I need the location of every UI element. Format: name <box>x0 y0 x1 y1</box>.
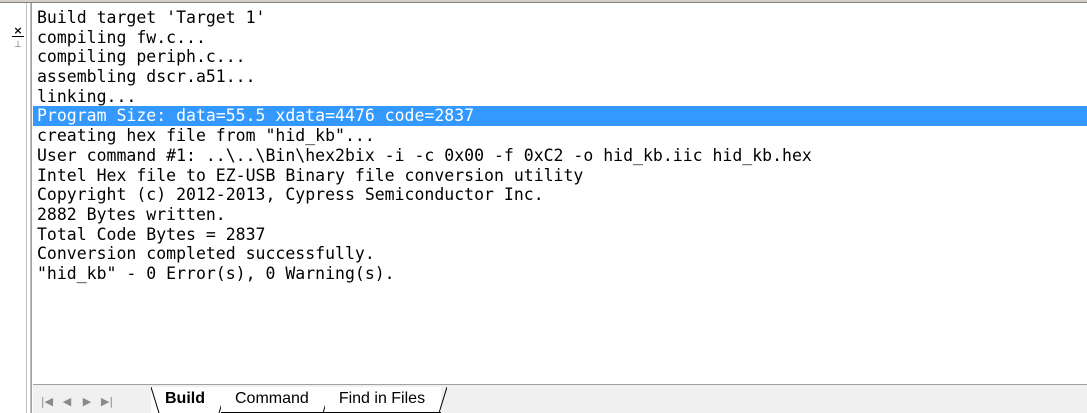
last-page-icon[interactable]: ▶| <box>97 391 117 413</box>
output-line[interactable]: Conversion completed successfully. <box>33 244 1087 264</box>
tab-build-label: Build <box>165 390 205 407</box>
output-line[interactable]: Copyright (c) 2012-2013, Cypress Semicon… <box>33 185 1087 205</box>
tab-command-label: Command <box>235 390 309 407</box>
output-line[interactable]: 2882 Bytes written. <box>33 205 1087 225</box>
pin-icon[interactable]: ⊥ <box>12 39 24 51</box>
output-line[interactable]: compiling fw.c... <box>33 28 1087 48</box>
output-line[interactable]: User command #1: ..\..\Bin\hex2bix -i -c… <box>33 146 1087 166</box>
window-top-border <box>0 0 1087 3</box>
tab-build[interactable]: Build <box>151 387 227 413</box>
output-line[interactable]: Build target 'Target 1' <box>33 8 1087 28</box>
next-page-icon[interactable]: ▶ <box>77 391 97 413</box>
tab-left-edge <box>151 387 160 413</box>
output-tab-bar: |◀ ◀ ▶ ▶| Build Command Find in Files <box>33 384 1087 413</box>
previous-page-icon[interactable]: ◀ <box>57 391 77 413</box>
first-page-icon[interactable]: |◀ <box>37 391 57 413</box>
output-line[interactable]: Total Code Bytes = 2837 <box>33 225 1087 245</box>
tab-right-edge <box>438 387 448 413</box>
tab-command[interactable]: Command <box>221 387 331 413</box>
output-line[interactable]: linking... <box>33 87 1087 107</box>
docking-rail[interactable] <box>26 3 31 413</box>
build-output-window: × ⊥ Build target 'Target 1' compiling fw.… <box>0 0 1087 413</box>
tab-find-in-files[interactable]: Find in Files <box>324 387 448 413</box>
output-window-handle[interactable]: × ⊥ <box>0 3 32 413</box>
output-line[interactable]: "hid_kb" - 0 Error(s), 0 Warning(s). <box>33 264 1087 284</box>
build-output-text[interactable]: Build target 'Target 1' compiling fw.c...… <box>33 8 1087 378</box>
output-line-selected[interactable]: Program Size: data=55.5 xdata=4476 code=… <box>33 106 1087 127</box>
output-line[interactable]: assembling dscr.a51... <box>33 67 1087 87</box>
output-line[interactable]: compiling periph.c... <box>33 47 1087 67</box>
tab-find-in-files-label: Find in Files <box>338 390 426 407</box>
output-tabs: Build Command Find in Files <box>151 385 448 413</box>
output-line[interactable]: Intel Hex file to EZ-USB Binary file con… <box>33 166 1087 186</box>
tab-scroll-buttons: |◀ ◀ ▶ ▶| <box>37 391 117 413</box>
output-line[interactable]: creating hex file from "hid_kb"... <box>33 126 1087 146</box>
close-icon[interactable]: × <box>12 25 24 37</box>
